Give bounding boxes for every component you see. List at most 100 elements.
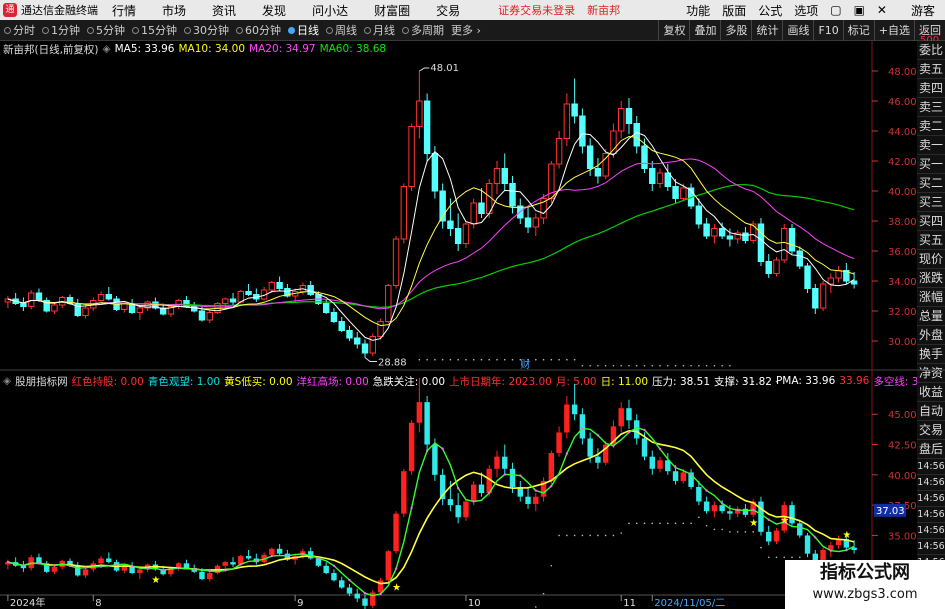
sub-candle-body: [207, 573, 213, 580]
current-price-label: 37.03: [876, 506, 905, 517]
sub-magenta-dot: [596, 434, 600, 437]
sub-magenta-dot: [689, 473, 693, 476]
pressure-dot: [635, 364, 638, 367]
pressure-dot: [620, 364, 623, 367]
sub-magenta-dot: [705, 489, 708, 492]
sub-magenta-dot: [37, 562, 41, 565]
support-dot: [604, 534, 607, 537]
support-dot: [682, 522, 685, 525]
sub-candle-body: [533, 496, 539, 504]
date-label: 10: [468, 598, 481, 609]
sub-magenta-dot: [565, 452, 569, 455]
candle-body: [788, 228, 796, 252]
chart-canvas[interactable]: 48.00 46.00 44.00 42.00 40.00 38.00 36.00 34.00…: [0, 0, 945, 609]
sub-magenta-dot: [627, 431, 631, 434]
pressure-dot: [519, 358, 522, 361]
sub-candle-body: [649, 456, 655, 469]
sub-candle-body: [509, 468, 516, 487]
pressure-dot: [581, 364, 584, 367]
candle-body: [501, 168, 508, 184]
low-buy-star-icon: ★: [392, 582, 401, 593]
sub-tick-label: 40.00: [888, 471, 917, 482]
pressure-dot: [721, 364, 723, 367]
candle-body: [532, 217, 540, 228]
watermark-title: 指标公式网: [820, 562, 910, 583]
candle-body: [594, 168, 602, 177]
candle-body: [672, 186, 679, 199]
candle-body: [478, 202, 485, 214]
candle-body: [276, 282, 283, 289]
sub-magenta-dot: [581, 427, 584, 430]
sub-candle-body: [346, 587, 353, 594]
price-tick-label: 36.00: [888, 247, 917, 258]
sub-candle-body: [51, 566, 58, 572]
support-dot: [643, 522, 646, 525]
candle-body: [680, 187, 687, 199]
support-dot: [628, 522, 630, 525]
support-dot: [698, 516, 700, 519]
sub-candle-body: [595, 456, 601, 463]
sub-magenta-dot: [332, 564, 336, 567]
candle-body: [431, 153, 439, 192]
sub-candle-body: [564, 404, 570, 433]
sub-candle-body: [393, 513, 399, 552]
candle-body: [408, 126, 415, 187]
sub-magenta-dot: [519, 474, 522, 477]
sub-magenta-dot: [472, 500, 475, 503]
sub-candle-body: [766, 531, 772, 542]
candle-body: [307, 285, 314, 295]
sub-magenta-dot: [6, 560, 10, 564]
sub-candle-body: [618, 408, 624, 427]
sub-magenta-dot: [348, 578, 351, 582]
candle-body: [749, 223, 757, 241]
sub-magenta-dot: [736, 508, 739, 512]
sub-candle-body: [98, 558, 104, 564]
support-dot: [713, 528, 716, 531]
support-dot: [535, 606, 537, 608]
sub-candle-body: [626, 408, 632, 421]
support-dot: [581, 534, 584, 537]
candle-body: [509, 183, 516, 207]
candle-body: [812, 288, 819, 309]
pressure-dot: [550, 358, 553, 361]
candle-body: [198, 310, 206, 321]
pressure-dot: [612, 364, 615, 367]
candle-body: [206, 312, 213, 321]
sub-candle-body: [424, 402, 430, 445]
low-buy-star-icon: ★: [151, 575, 160, 586]
sub-candle-body: [276, 548, 283, 554]
low-marker: [364, 357, 378, 362]
sub-magenta-dot: [193, 568, 196, 571]
sub-candle-body: [245, 556, 252, 559]
support-dot: [721, 528, 723, 531]
support-dot: [690, 522, 692, 525]
sub-tick-label: 45.00: [888, 410, 917, 421]
price-tick-label: 34.00: [888, 277, 917, 288]
sub-magenta-dot: [53, 564, 56, 567]
pressure-dot: [651, 364, 654, 367]
candle-body: [462, 223, 470, 244]
candle-body: [586, 145, 594, 169]
pressure-dot: [457, 358, 459, 361]
high-marker: [419, 67, 430, 72]
sub-candle-body: [463, 501, 469, 518]
price-tick-label: 30.00: [888, 337, 917, 348]
support-dot: [752, 531, 754, 533]
candle-body: [400, 186, 408, 240]
candle-body: [757, 223, 765, 262]
pressure-dot: [597, 364, 599, 367]
candle-body: [617, 108, 625, 132]
candle-body: [97, 294, 105, 301]
low-buy-star-icon: ★: [749, 518, 758, 529]
pressure-dot: [434, 358, 436, 361]
candle-body: [20, 303, 27, 307]
sub-magenta-dot: [457, 487, 460, 490]
watermark: 指标公式网 www.zbgs3.com: [785, 560, 945, 609]
sub-candle-body: [470, 484, 477, 502]
sub-magenta-dot: [301, 552, 305, 556]
pressure-dot: [775, 380, 778, 383]
price-tick-label: 48.00: [888, 67, 917, 78]
low-buy-star-icon: ★: [842, 530, 851, 541]
sub-magenta-dot: [239, 563, 242, 566]
date-label: 11: [623, 598, 636, 609]
